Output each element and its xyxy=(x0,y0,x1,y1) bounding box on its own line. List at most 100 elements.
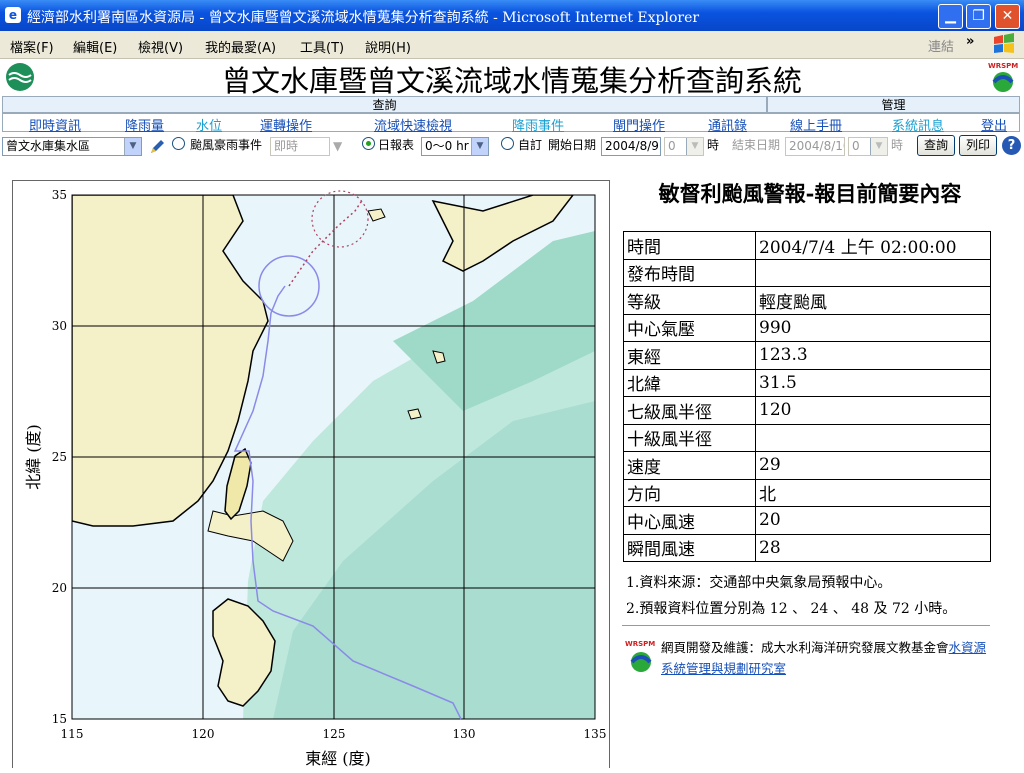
nav-logout[interactable]: 登出 xyxy=(981,115,1007,134)
menu-file[interactable]: 檔案(F) xyxy=(10,37,54,56)
start-date-value: 2004/8/9 xyxy=(605,139,659,153)
page-title: 曾文水庫暨曾文溪流域水情蒐集分析查詢系統 xyxy=(221,64,802,98)
nav-manual[interactable]: 線上手冊 xyxy=(790,115,842,134)
info-row: 中心氣壓 990 xyxy=(623,313,991,342)
footer-text: 網頁開發及維護：成大水利海洋研究發展文教基金會 xyxy=(661,640,949,655)
footer-divider xyxy=(622,625,990,626)
close-button[interactable]: ✕ xyxy=(995,4,1020,29)
nav-rainfall[interactable]: 降雨量 xyxy=(125,115,164,134)
area-select-value: 曾文水庫集水區 xyxy=(6,139,91,153)
typhoon-info-title: 敏督利颱風警報-報目前簡要內容 xyxy=(658,181,962,206)
nav-system-messages[interactable]: 系統訊息 xyxy=(892,115,944,134)
nav-operation[interactable]: 運轉操作 xyxy=(260,115,312,134)
end-date-input[interactable]: 2004/8/10 xyxy=(785,137,845,156)
nav-contacts[interactable]: 通訊錄 xyxy=(708,115,747,134)
links-chevron-icon[interactable]: » xyxy=(966,34,974,49)
info-row: 北緯 31.5 xyxy=(623,368,991,397)
nav-basin-quickview[interactable]: 流域快速檢視 xyxy=(374,115,452,134)
info-value: 123.3 xyxy=(755,341,991,370)
x-tick-label: 130 xyxy=(453,727,476,741)
start-date-input[interactable]: 2004/8/9 xyxy=(601,137,661,156)
nav-group-query: 查詢 xyxy=(2,96,767,113)
x-tick-label: 125 xyxy=(323,727,346,741)
note-forecast-positions: 2.預報資料位置分別為 12 、 24 、 48 及 72 小時。 xyxy=(626,601,957,617)
end-hour-select[interactable]: 0 ▼ xyxy=(848,137,888,156)
menu-bar: 檔案(F) 編輯(E) 檢視(V) 我的最愛(A) 工具(T) 說明(H) 連結… xyxy=(0,31,1024,59)
typhoon-event-input[interactable]: 即時 xyxy=(270,137,330,156)
maximize-button[interactable]: ❐ xyxy=(966,4,991,29)
typhoon-info-table: 時間 2004/7/4 上午 02:00:00 發布時間 等級 輕度颱風 中心氣壓 990 東… xyxy=(623,231,991,562)
info-key: 七級風半徑 xyxy=(623,396,756,425)
info-value: 20 xyxy=(755,506,991,535)
info-key: 發布時間 xyxy=(623,258,756,287)
info-row: 東經 123.3 xyxy=(623,341,991,370)
x-axis-label: 東經 (度) xyxy=(305,749,371,768)
links-bar-label[interactable]: 連結 xyxy=(928,36,954,55)
info-key: 東經 xyxy=(623,341,756,370)
chevron-down-icon: ▼ xyxy=(686,138,703,155)
wrspm-logo-text: WRSPM xyxy=(988,62,1018,70)
nav-realtime[interactable]: 即時資訊 xyxy=(29,115,81,134)
info-row: 七級風半徑 120 xyxy=(623,396,991,425)
info-value xyxy=(755,423,991,452)
info-key: 十級風半徑 xyxy=(623,423,756,452)
info-row: 方向北 xyxy=(623,478,991,507)
info-row: 時間 2004/7/4 上午 02:00:00 xyxy=(623,231,991,260)
menu-tools[interactable]: 工具(T) xyxy=(300,37,344,56)
custom-radio[interactable] xyxy=(501,137,514,150)
pen-icon[interactable] xyxy=(149,139,165,155)
y-tick-label: 35 xyxy=(52,188,67,202)
info-row: 中心風速 20 xyxy=(623,506,991,535)
info-key: 等級 xyxy=(623,286,756,315)
menu-favorites[interactable]: 我的最愛(A) xyxy=(205,37,276,56)
end-hour-value: 0 xyxy=(852,139,860,153)
nav-water-level[interactable]: 水位 xyxy=(196,115,222,134)
menu-view[interactable]: 檢視(V) xyxy=(138,37,183,56)
x-tick-label: 120 xyxy=(192,727,215,741)
print-button[interactable]: 列印 xyxy=(959,135,997,156)
ie-logo-icon: e xyxy=(5,7,21,23)
dropdown-triangle-icon[interactable]: ▼ xyxy=(333,139,342,153)
window-titlebar[interactable]: e 經濟部水利署南區水資源局 - 曾文水庫暨曾文溪流域水情蒐集分析查詢系統 - … xyxy=(0,0,1024,31)
info-value: 29 xyxy=(755,451,991,480)
y-axis-label: 北緯 (度) xyxy=(24,424,43,490)
info-key: 中心氣壓 xyxy=(623,313,756,342)
end-date-label: 結束日期 xyxy=(732,138,781,152)
info-value: 990 xyxy=(755,313,991,342)
start-hour-select[interactable]: 0 ▼ xyxy=(664,137,704,156)
y-tick-label: 20 xyxy=(52,581,67,595)
windows-logo-icon xyxy=(994,33,1014,53)
custom-label: 自訂 xyxy=(518,138,543,152)
end-date-value: 2004/8/10 xyxy=(789,139,845,153)
menu-help[interactable]: 說明(H) xyxy=(365,37,411,56)
window-title: 經濟部水利署南區水資源局 - 曾文水庫暨曾文溪流域水情蒐集分析查詢系統 - Mi… xyxy=(27,10,700,26)
info-row: 十級風半徑 xyxy=(623,423,991,452)
y-tick-label: 25 xyxy=(52,450,67,464)
start-hour-value: 0 xyxy=(668,139,676,153)
info-value: 31.5 xyxy=(755,368,991,397)
daily-report-radio[interactable] xyxy=(362,137,375,150)
x-tick-label: 115 xyxy=(61,727,84,741)
info-row: 等級 輕度颱風 xyxy=(623,286,991,315)
footer-logo-text: WRSPM xyxy=(625,640,655,648)
hour-select[interactable]: 0～0 hr ▼ xyxy=(421,137,489,156)
info-key: 時間 xyxy=(623,231,756,260)
help-icon[interactable]: ? xyxy=(1002,136,1021,155)
info-row: 速度 29 xyxy=(623,451,991,480)
query-controls: 曾文水庫集水區 ▼ 颱風豪雨事件 即時 ▼ 日報表 0～0 hr ▼ 自訂 開始日期… xyxy=(0,133,1024,160)
info-value: 北 xyxy=(755,478,991,507)
typhoon-event-value: 即時 xyxy=(274,139,299,153)
wrspm-footer-logo-icon: WRSPM xyxy=(625,640,655,672)
typhoon-track-map: 115 120 125 130 135 35 30 25 20 15 東經 (度… xyxy=(24,188,606,768)
y-tick-label: 15 xyxy=(52,712,67,726)
area-select[interactable]: 曾文水庫集水區 ▼ xyxy=(2,137,142,156)
minimize-button[interactable]: ▁ xyxy=(938,4,963,29)
menu-edit[interactable]: 編輯(E) xyxy=(73,37,117,56)
footer-credit: 網頁開發及維護：成大水利海洋研究發展文教基金會水資源系統管理與規劃研究室 xyxy=(661,637,991,679)
nav-gate-operation[interactable]: 閘門操作 xyxy=(613,115,665,134)
query-button[interactable]: 查詢 xyxy=(917,135,955,156)
typhoon-radio[interactable] xyxy=(172,137,185,150)
nav-rain-event[interactable]: 降雨事件 xyxy=(512,115,564,134)
daily-report-label: 日報表 xyxy=(378,138,415,152)
info-value xyxy=(755,258,991,287)
